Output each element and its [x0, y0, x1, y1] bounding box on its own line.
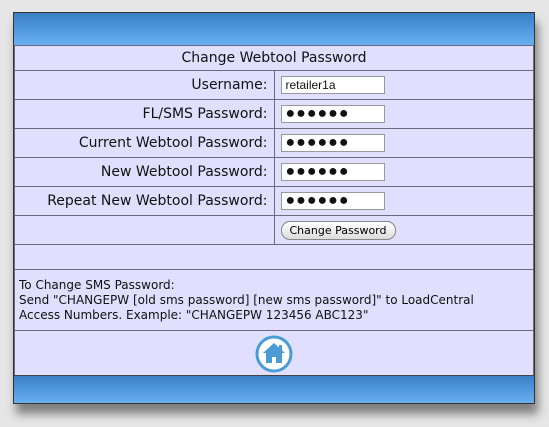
- home-icon[interactable]: [255, 335, 293, 377]
- fl-sms-password-input[interactable]: ●●●●●●: [280, 105, 385, 123]
- new-webtool-password-label: New Webtool Password:: [14, 157, 275, 187]
- change-password-button[interactable]: Change Password: [280, 220, 396, 240]
- top-header-bar: [14, 13, 534, 45]
- instructions-line-2: Access Numbers. Example: "CHANGEPW 12345…: [19, 308, 369, 322]
- repeat-new-webtool-password-input[interactable]: ●●●●●●: [280, 192, 385, 210]
- instructions-heading: To Change SMS Password:: [19, 278, 175, 292]
- new-webtool-password-input[interactable]: ●●●●●●: [280, 163, 385, 181]
- username-input[interactable]: retailer1a: [280, 76, 385, 94]
- spacer-row: [14, 244, 534, 270]
- change-password-panel: Change Webtool Password Username: retail…: [13, 12, 535, 404]
- sms-password-instructions: To Change SMS Password: Send "CHANGEPW […: [14, 269, 534, 331]
- fl-sms-password-label: FL/SMS Password:: [14, 99, 275, 129]
- current-webtool-password-input[interactable]: ●●●●●●: [280, 134, 385, 152]
- form-title: Change Webtool Password: [14, 45, 534, 71]
- home-row: [14, 330, 534, 382]
- empty-label-cell: [14, 215, 275, 245]
- current-webtool-password-label: Current Webtool Password:: [14, 128, 275, 158]
- bottom-footer-bar: [14, 375, 534, 403]
- password-form-table: Change Webtool Password Username: retail…: [14, 45, 534, 382]
- instructions-line-1: Send "CHANGEPW [old sms password] [new s…: [19, 293, 474, 307]
- repeat-new-webtool-password-label: Repeat New Webtool Password:: [14, 186, 275, 216]
- username-label: Username:: [14, 70, 275, 100]
